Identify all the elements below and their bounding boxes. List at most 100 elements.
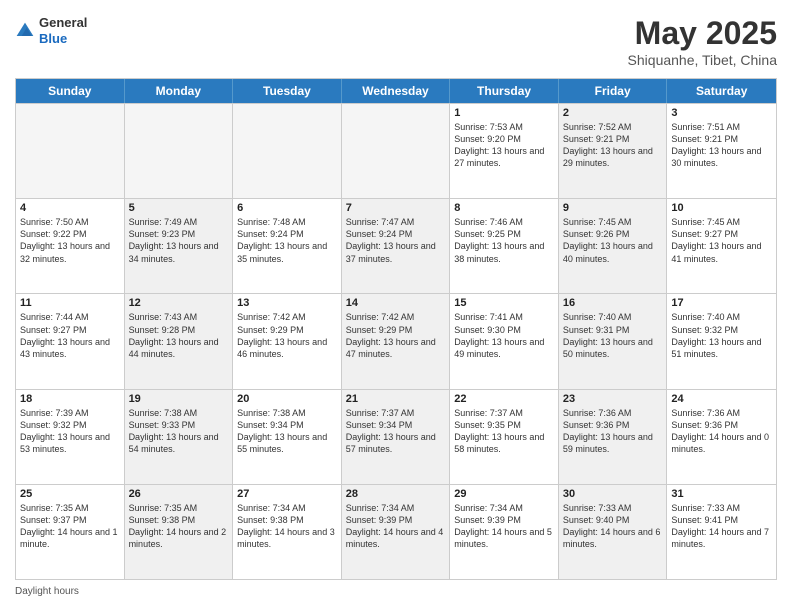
day-number: 8: [454, 202, 554, 214]
logo-icon: [15, 21, 35, 41]
calendar-week-2: 4Sunrise: 7:50 AM Sunset: 9:22 PM Daylig…: [16, 198, 776, 293]
day-cell-1: 1Sunrise: 7:53 AM Sunset: 9:20 PM Daylig…: [450, 104, 559, 198]
day-number: 21: [346, 393, 446, 405]
day-number: 7: [346, 202, 446, 214]
day-cell-26: 26 Sunrise: 7:35 AM Sunset: 9:38 PM Dayli…: [125, 485, 234, 579]
cell-info: Sunrise: 7:34 AM Sunset: 9:39 PM Dayligh…: [346, 502, 446, 551]
day-cell-27: 27Sunrise: 7:34 AM Sunset: 9:38 PM Dayli…: [233, 485, 342, 579]
day-number: 14: [346, 297, 446, 309]
day-cell-23: 23 Sunrise: 7:36 AM Sunset: 9:36 PM Dayli…: [559, 390, 668, 484]
day-number: 17: [671, 297, 772, 309]
cell-info: Sunrise: 7:36 AM Sunset: 9:36 PM Dayligh…: [563, 407, 663, 456]
day-number: 3: [671, 107, 772, 119]
day-cell-20: 20Sunrise: 7:38 AM Sunset: 9:34 PM Dayli…: [233, 390, 342, 484]
cell-info: Sunrise: 7:52 AM Sunset: 9:21 PM Dayligh…: [563, 121, 663, 170]
cell-info: Sunrise: 7:37 AM Sunset: 9:35 PM Dayligh…: [454, 407, 554, 456]
day-cell-10: 10 Sunrise: 7:45 AM Sunset: 9:27 PM Dayli…: [667, 199, 776, 293]
day-cell-13: 13 Sunrise: 7:42 AM Sunset: 9:29 PM Dayli…: [233, 294, 342, 388]
day-cell-22: 22 Sunrise: 7:37 AM Sunset: 9:35 PM Dayli…: [450, 390, 559, 484]
day-cell-7: 7Sunrise: 7:47 AM Sunset: 9:24 PM Daylig…: [342, 199, 451, 293]
day-header-sunday: Sunday: [16, 79, 125, 103]
cell-info: Sunrise: 7:45 AM Sunset: 9:27 PM Dayligh…: [671, 216, 772, 265]
cell-info: Sunrise: 7:37 AM Sunset: 9:34 PM Dayligh…: [346, 407, 446, 456]
day-cell-29: 29Sunrise: 7:34 AM Sunset: 9:39 PM Dayli…: [450, 485, 559, 579]
day-cell-12: 12Sunrise: 7:43 AM Sunset: 9:28 PM Dayli…: [125, 294, 234, 388]
logo: General Blue: [15, 15, 87, 46]
logo-text: General Blue: [39, 15, 87, 46]
day-cell-24: 24 Sunrise: 7:36 AM Sunset: 9:36 PM Dayli…: [667, 390, 776, 484]
calendar-week-1: 1Sunrise: 7:53 AM Sunset: 9:20 PM Daylig…: [16, 103, 776, 198]
day-number: 10: [671, 202, 772, 214]
cell-info: Sunrise: 7:36 AM Sunset: 9:36 PM Dayligh…: [671, 407, 772, 456]
cell-info: Sunrise: 7:40 AM Sunset: 9:32 PM Dayligh…: [671, 311, 772, 360]
cell-info: Sunrise: 7:44 AM Sunset: 9:27 PM Dayligh…: [20, 311, 120, 360]
empty-cell: [16, 104, 125, 198]
cell-info: Sunrise: 7:51 AM Sunset: 9:21 PM Dayligh…: [671, 121, 772, 170]
cell-info: Sunrise: 7:38 AM Sunset: 9:34 PM Dayligh…: [237, 407, 337, 456]
day-number: 9: [563, 202, 663, 214]
day-number: 4: [20, 202, 120, 214]
subtitle: Shiquanhe, Tibet, China: [628, 52, 777, 68]
day-number: 22: [454, 393, 554, 405]
day-cell-16: 16 Sunrise: 7:40 AM Sunset: 9:31 PM Dayli…: [559, 294, 668, 388]
day-cell-14: 14 Sunrise: 7:42 AM Sunset: 9:29 PM Dayli…: [342, 294, 451, 388]
day-header-wednesday: Wednesday: [342, 79, 451, 103]
header: General Blue May 2025 Shiquanhe, Tibet, …: [15, 15, 777, 68]
cell-info: Sunrise: 7:35 AM Sunset: 9:37 PM Dayligh…: [20, 502, 120, 551]
day-number: 6: [237, 202, 337, 214]
day-number: 11: [20, 297, 120, 309]
cell-info: Sunrise: 7:35 AM Sunset: 9:38 PM Dayligh…: [129, 502, 229, 551]
day-cell-21: 21 Sunrise: 7:37 AM Sunset: 9:34 PM Dayli…: [342, 390, 451, 484]
day-number: 26: [129, 488, 229, 500]
cell-info: Sunrise: 7:42 AM Sunset: 9:29 PM Dayligh…: [237, 311, 337, 360]
day-header-saturday: Saturday: [667, 79, 776, 103]
cell-info: Sunrise: 7:46 AM Sunset: 9:25 PM Dayligh…: [454, 216, 554, 265]
logo-blue: Blue: [39, 31, 87, 47]
day-number: 25: [20, 488, 120, 500]
day-cell-30: 30Sunrise: 7:33 AM Sunset: 9:40 PM Dayli…: [559, 485, 668, 579]
day-number: 18: [20, 393, 120, 405]
day-cell-19: 19Sunrise: 7:38 AM Sunset: 9:33 PM Dayli…: [125, 390, 234, 484]
calendar-week-3: 11 Sunrise: 7:44 AM Sunset: 9:27 PM Dayli…: [16, 293, 776, 388]
cell-info: Sunrise: 7:40 AM Sunset: 9:31 PM Dayligh…: [563, 311, 663, 360]
day-header-thursday: Thursday: [450, 79, 559, 103]
day-number: 24: [671, 393, 772, 405]
cell-info: Sunrise: 7:45 AM Sunset: 9:26 PM Dayligh…: [563, 216, 663, 265]
cell-info: Sunrise: 7:42 AM Sunset: 9:29 PM Dayligh…: [346, 311, 446, 360]
cell-info: Sunrise: 7:34 AM Sunset: 9:38 PM Dayligh…: [237, 502, 337, 551]
footer: Daylight hours: [15, 586, 777, 597]
empty-cell: [233, 104, 342, 198]
calendar-week-4: 18 Sunrise: 7:39 AM Sunset: 9:32 PM Dayli…: [16, 389, 776, 484]
calendar-body: 1Sunrise: 7:53 AM Sunset: 9:20 PM Daylig…: [16, 103, 776, 579]
calendar-week-5: 25 Sunrise: 7:35 AM Sunset: 9:37 PM Dayli…: [16, 484, 776, 579]
calendar: SundayMondayTuesdayWednesdayThursdayFrid…: [15, 78, 777, 580]
day-number: 31: [671, 488, 772, 500]
day-header-friday: Friday: [559, 79, 668, 103]
day-cell-8: 8 Sunrise: 7:46 AM Sunset: 9:25 PM Daylig…: [450, 199, 559, 293]
day-cell-6: 6 Sunrise: 7:48 AM Sunset: 9:24 PM Daylig…: [233, 199, 342, 293]
calendar-header: SundayMondayTuesdayWednesdayThursdayFrid…: [16, 79, 776, 103]
day-cell-18: 18 Sunrise: 7:39 AM Sunset: 9:32 PM Dayli…: [16, 390, 125, 484]
day-cell-2: 2 Sunrise: 7:52 AM Sunset: 9:21 PM Daylig…: [559, 104, 668, 198]
day-cell-17: 17 Sunrise: 7:40 AM Sunset: 9:32 PM Dayli…: [667, 294, 776, 388]
day-number: 12: [129, 297, 229, 309]
day-number: 2: [563, 107, 663, 119]
empty-cell: [342, 104, 451, 198]
empty-cell: [125, 104, 234, 198]
cell-info: Sunrise: 7:48 AM Sunset: 9:24 PM Dayligh…: [237, 216, 337, 265]
day-number: 13: [237, 297, 337, 309]
day-number: 19: [129, 393, 229, 405]
month-title: May 2025: [628, 15, 777, 52]
day-header-tuesday: Tuesday: [233, 79, 342, 103]
day-cell-9: 9 Sunrise: 7:45 AM Sunset: 9:26 PM Daylig…: [559, 199, 668, 293]
title-block: May 2025 Shiquanhe, Tibet, China: [628, 15, 777, 68]
day-cell-4: 4Sunrise: 7:50 AM Sunset: 9:22 PM Daylig…: [16, 199, 125, 293]
day-number: 16: [563, 297, 663, 309]
day-number: 23: [563, 393, 663, 405]
day-cell-5: 5Sunrise: 7:49 AM Sunset: 9:23 PM Daylig…: [125, 199, 234, 293]
day-number: 30: [563, 488, 663, 500]
day-cell-25: 25 Sunrise: 7:35 AM Sunset: 9:37 PM Dayli…: [16, 485, 125, 579]
logo-general: General: [39, 15, 87, 31]
day-cell-15: 15Sunrise: 7:41 AM Sunset: 9:30 PM Dayli…: [450, 294, 559, 388]
cell-info: Sunrise: 7:39 AM Sunset: 9:32 PM Dayligh…: [20, 407, 120, 456]
